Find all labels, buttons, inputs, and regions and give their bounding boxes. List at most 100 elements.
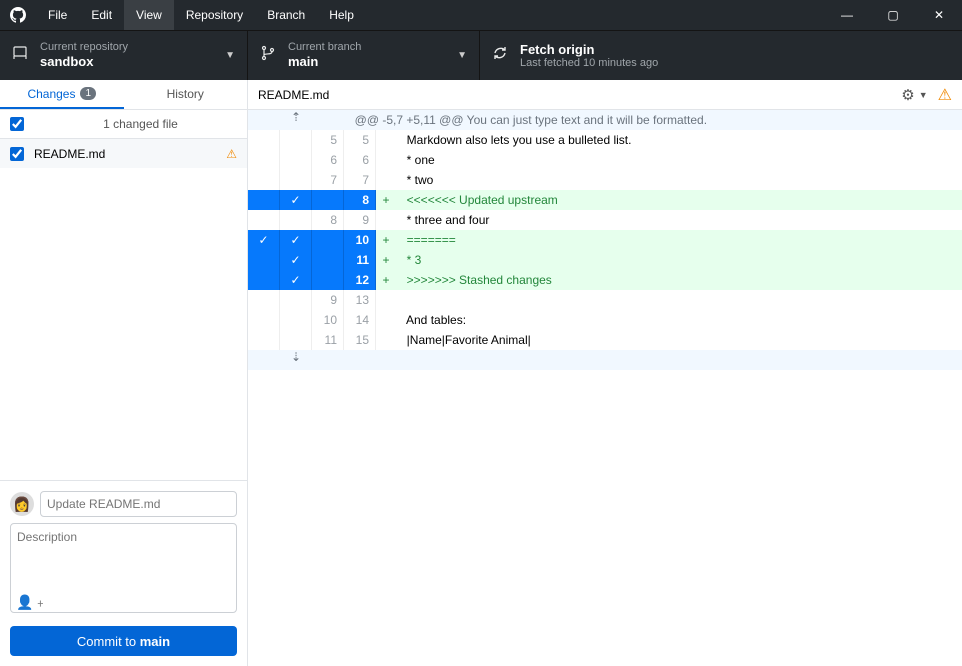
toolbar: Current repository sandbox ▼ Current bra… (0, 30, 962, 80)
menu-branch[interactable]: Branch (255, 0, 317, 30)
expand-up-icon[interactable]: ⇡ (248, 110, 344, 130)
diff-code[interactable]: * one (396, 150, 962, 170)
gutter-line[interactable] (280, 150, 312, 170)
tab-history[interactable]: History (124, 80, 248, 109)
new-line-number: 8 (344, 190, 376, 210)
branch-selector[interactable]: Current branch main ▼ (248, 31, 480, 80)
branch-icon (260, 45, 278, 66)
new-line-number: 6 (344, 150, 376, 170)
diff-sign (376, 130, 396, 150)
commit-button[interactable]: Commit to main (10, 626, 237, 656)
gutter-line[interactable] (280, 230, 312, 250)
diff-code[interactable]: * two (396, 170, 962, 190)
gutter-line[interactable] (280, 270, 312, 290)
title-bar: FileEditViewRepositoryBranchHelp — ▢ ✕ (0, 0, 962, 30)
diff-sign: + (376, 250, 396, 270)
gutter-group[interactable] (248, 330, 280, 350)
gutter-line[interactable] (280, 290, 312, 310)
diff-code[interactable]: * 3 (396, 250, 962, 270)
menu-repository[interactable]: Repository (174, 0, 255, 30)
window-maximize-button[interactable]: ▢ (870, 0, 916, 30)
gutter-group[interactable] (248, 270, 280, 290)
gutter-group[interactable] (248, 250, 280, 270)
diff-sign (376, 330, 396, 350)
file-checkbox[interactable] (10, 147, 24, 161)
gutter-group[interactable] (248, 130, 280, 150)
new-line-number: 12 (344, 270, 376, 290)
gutter-line[interactable] (280, 250, 312, 270)
tab-changes[interactable]: Changes 1 (0, 80, 124, 109)
expand-down-icon[interactable]: ⇣ (248, 350, 344, 370)
diff-sign (376, 210, 396, 230)
diff-code[interactable]: Markdown also lets you use a bulleted li… (396, 130, 962, 150)
sidebar-tabs: Changes 1 History (0, 80, 247, 110)
menu-file[interactable]: File (36, 0, 79, 30)
window-close-button[interactable]: ✕ (916, 0, 962, 30)
window-minimize-button[interactable]: — (824, 0, 870, 30)
gutter-group[interactable] (248, 210, 280, 230)
gutter-group[interactable] (248, 190, 280, 210)
repo-name: sandbox (40, 54, 225, 70)
chevron-down-icon[interactable]: ▼ (919, 90, 928, 100)
diff-panel: README.md ⚙ ▼ ⚠ ⇡ @@ -5,7 +5,11 @@ You c… (248, 80, 962, 666)
gutter-line[interactable] (280, 170, 312, 190)
commit-panel: 👩 👤﹢ Commit to main (0, 480, 247, 666)
select-all-checkbox[interactable] (10, 117, 24, 131)
new-line-number: 14 (344, 310, 376, 330)
menu-view[interactable]: View (124, 0, 174, 30)
diff-sign (376, 290, 396, 310)
menu-edit[interactable]: Edit (79, 0, 124, 30)
add-coauthor-icon[interactable]: 👤﹢ (16, 592, 47, 612)
gutter-group[interactable] (248, 290, 280, 310)
diff-code[interactable]: ======= (396, 230, 962, 250)
changed-file-row[interactable]: README.md ⚠ (0, 139, 247, 168)
old-line-number: 10 (312, 310, 344, 330)
branch-name: main (288, 54, 457, 70)
gutter-line[interactable] (280, 330, 312, 350)
repo-icon (12, 45, 30, 66)
old-line-number: 9 (312, 290, 344, 310)
new-line-number: 10 (344, 230, 376, 250)
menu-help[interactable]: Help (317, 0, 366, 30)
new-line-number: 11 (344, 250, 376, 270)
chevron-down-icon: ▼ (457, 50, 467, 61)
diff-file-name: README.md (258, 88, 901, 102)
diff-sign: + (376, 270, 396, 290)
fetch-button[interactable]: Fetch origin Last fetched 10 minutes ago (480, 31, 716, 80)
diff-code[interactable] (396, 290, 962, 310)
new-line-number: 5 (344, 130, 376, 150)
gutter-line[interactable] (280, 310, 312, 330)
gutter-line[interactable] (280, 190, 312, 210)
changed-files-count: 1 changed file (34, 117, 247, 131)
gutter-group[interactable] (248, 150, 280, 170)
diff-code[interactable]: And tables: (396, 310, 962, 330)
sync-icon (492, 45, 510, 66)
file-name: README.md (34, 147, 226, 161)
old-line-number: 11 (312, 330, 344, 350)
diff-code[interactable]: >>>>>>> Stashed changes (396, 270, 962, 290)
gutter-line[interactable] (280, 130, 312, 150)
new-line-number: 9 (344, 210, 376, 230)
diff-code[interactable]: * three and four (396, 210, 962, 230)
branch-label: Current branch (288, 41, 457, 54)
diff-code[interactable]: |Name|Favorite Animal| (396, 330, 962, 350)
commit-summary-input[interactable] (40, 491, 237, 517)
gutter-group[interactable] (248, 310, 280, 330)
diff-code[interactable]: <<<<<<< Updated upstream (396, 190, 962, 210)
new-line-number: 7 (344, 170, 376, 190)
old-line-number (312, 190, 344, 210)
diff-body: ⇡ @@ -5,7 +5,11 @@ You can just type tex… (248, 110, 962, 370)
changes-count-badge: 1 (80, 87, 96, 100)
gutter-line[interactable] (280, 210, 312, 230)
gear-icon[interactable]: ⚙ (901, 86, 914, 104)
fetch-subtitle: Last fetched 10 minutes ago (520, 57, 704, 69)
gutter-group[interactable] (248, 170, 280, 190)
old-line-number (312, 270, 344, 290)
old-line-number: 7 (312, 170, 344, 190)
gutter-group[interactable] (248, 230, 280, 250)
old-line-number: 6 (312, 150, 344, 170)
repo-selector[interactable]: Current repository sandbox ▼ (0, 31, 248, 80)
hunk-header: @@ -5,7 +5,11 @@ You can just type text … (344, 110, 962, 130)
diff-sign: + (376, 190, 396, 210)
conflict-warning-icon: ⚠ (226, 147, 237, 161)
